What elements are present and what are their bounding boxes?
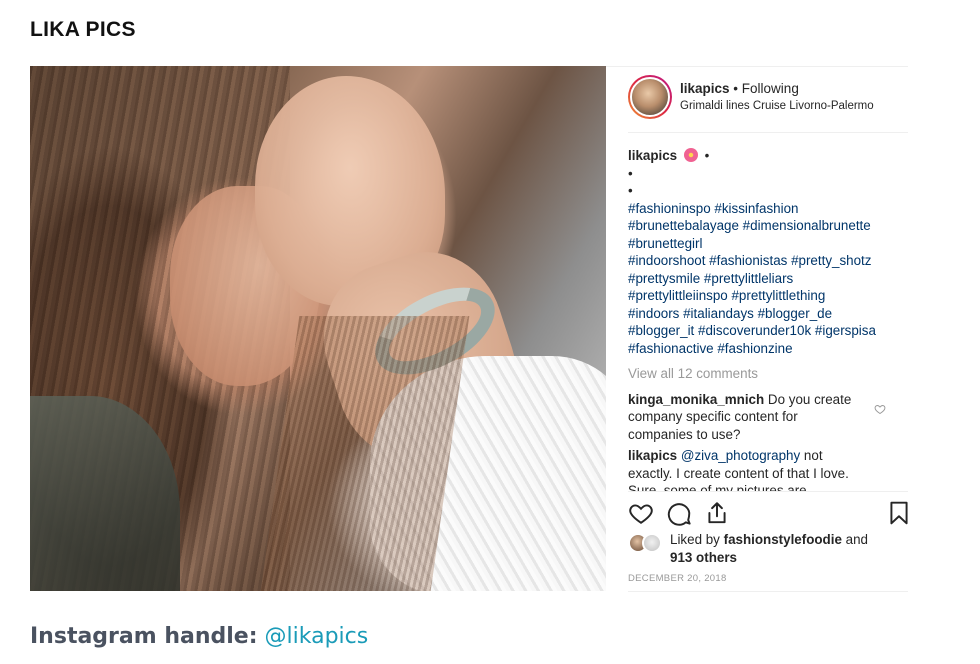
hashtag-line: #brunettegirl: [628, 235, 890, 253]
hashtag-link[interactable]: #pretty_shotz: [791, 253, 871, 268]
caption-bullet-line: •: [628, 183, 633, 198]
avatar[interactable]: [628, 75, 672, 119]
hashtag-link[interactable]: #dimensionalbrunette: [743, 218, 871, 233]
page-title: LIKA PICS: [30, 18, 136, 41]
caption: likapics • • • #fashioninspo #kissinfash…: [628, 147, 890, 357]
comment-icon[interactable]: [666, 500, 692, 526]
header-separator: •: [733, 81, 739, 96]
liker-username[interactable]: fashionstylefoodie: [724, 532, 842, 547]
caption-username[interactable]: likapics: [628, 148, 677, 163]
hashtag-line: #brunettebalayage #dimensionalbrunette: [628, 217, 890, 235]
post-location[interactable]: Grimaldi lines Cruise Livorno-Palermo: [680, 100, 874, 112]
comment-username[interactable]: kinga_monika_mnich: [628, 392, 764, 407]
hashtag-link[interactable]: #fashionistas: [709, 253, 787, 268]
liker-avatars: [628, 533, 664, 553]
avatar-image: [630, 77, 670, 117]
bookmark-icon[interactable]: [886, 500, 912, 526]
hashtag-link[interactable]: #prettysmile: [628, 271, 700, 286]
header-user-line: likapics • Following: [680, 81, 799, 96]
caption-bullet-line: •: [628, 165, 633, 181]
hashtag-line: #fashionactive #fashionzine: [628, 340, 890, 358]
post-header: likapics • Following Grimaldi lines Crui…: [628, 75, 908, 133]
hashtag-line: #indoors #italiandays #blogger_de: [628, 305, 890, 323]
action-bar: [628, 491, 908, 531]
hashtag-line: #blogger_it #discoverunder10k #igerspisa: [628, 322, 890, 340]
hashtag-link[interactable]: #indoors: [628, 306, 679, 321]
likes-prefix: Liked by: [670, 532, 720, 547]
hashtag-link[interactable]: #fashioninspo: [628, 201, 711, 216]
comment-username[interactable]: likapics: [628, 448, 677, 463]
hashtag-link[interactable]: #prettylittleliars: [704, 271, 793, 286]
hashtag-link[interactable]: #blogger_it: [628, 323, 694, 338]
likes-summary: Liked by fashionstylefoodie and 913 othe…: [628, 529, 898, 569]
follow-status-button[interactable]: Following: [742, 81, 799, 96]
footer-label: Instagram handle:: [30, 624, 258, 649]
hashtag-line: #indoorshoot #fashionistas #pretty_shotz: [628, 252, 890, 270]
comment-item: kinga_monika_mnich Do you create company…: [628, 391, 890, 444]
hashtag-link[interactable]: #indoorshoot: [628, 253, 705, 268]
comment-mention-link[interactable]: @ziva_photography: [681, 448, 800, 463]
likes-and: and: [845, 532, 868, 547]
comment-item: likapics @ziva_photography not exactly. …: [628, 447, 890, 491]
hashtag-link[interactable]: #blogger_de: [758, 306, 832, 321]
post-date: DECEMBER 20, 2018: [628, 573, 727, 584]
hashtag-link[interactable]: #prettylittleiinspo: [628, 288, 728, 303]
hashtag-line: #fashioninspo #kissinfashion: [628, 200, 890, 218]
likes-others-count[interactable]: 913 others: [670, 550, 737, 565]
hashtag-link[interactable]: #discoverunder10k: [698, 323, 811, 338]
panel-divider: [628, 591, 908, 592]
instagram-handle-footer: Instagram handle: @likapics: [30, 624, 368, 649]
hashtag-link[interactable]: #fashionzine: [717, 341, 792, 356]
comments-scroll[interactable]: likapics • • • #fashioninspo #kissinfash…: [628, 147, 890, 491]
caption-bullet: •: [704, 148, 710, 163]
heart-icon[interactable]: [628, 500, 654, 526]
post-photo[interactable]: [30, 66, 606, 591]
hashtag-link[interactable]: #fashionactive: [628, 341, 714, 356]
hashtag-link[interactable]: #brunettegirl: [628, 236, 702, 251]
likes-text: Liked by fashionstylefoodie and 913 othe…: [670, 531, 868, 566]
share-icon[interactable]: [704, 500, 730, 526]
post-side-panel: likapics • Following Grimaldi lines Crui…: [606, 66, 908, 592]
hashtag-line: #prettysmile #prettylittleliars: [628, 270, 890, 288]
heart-icon[interactable]: [874, 403, 886, 415]
hashtag-link[interactable]: #kissinfashion: [714, 201, 798, 216]
header-username[interactable]: likapics: [680, 81, 730, 96]
liker-avatar[interactable]: [642, 533, 662, 553]
hashtag-link[interactable]: #brunettebalayage: [628, 218, 739, 233]
hashtag-link[interactable]: #prettylittlething: [731, 288, 825, 303]
hashtag-link[interactable]: #igerspisa: [815, 323, 876, 338]
footer-handle-link[interactable]: @likapics: [265, 624, 369, 649]
view-all-comments-link[interactable]: View all 12 comments: [628, 365, 890, 383]
flower-emoji-icon: [683, 148, 698, 162]
hashtag-link[interactable]: #italiandays: [683, 306, 754, 321]
hashtag-line: #prettylittleiinspo #prettylittlething: [628, 287, 890, 305]
hashtag-list: #fashioninspo #kissinfashion #brunettebal…: [628, 200, 890, 358]
